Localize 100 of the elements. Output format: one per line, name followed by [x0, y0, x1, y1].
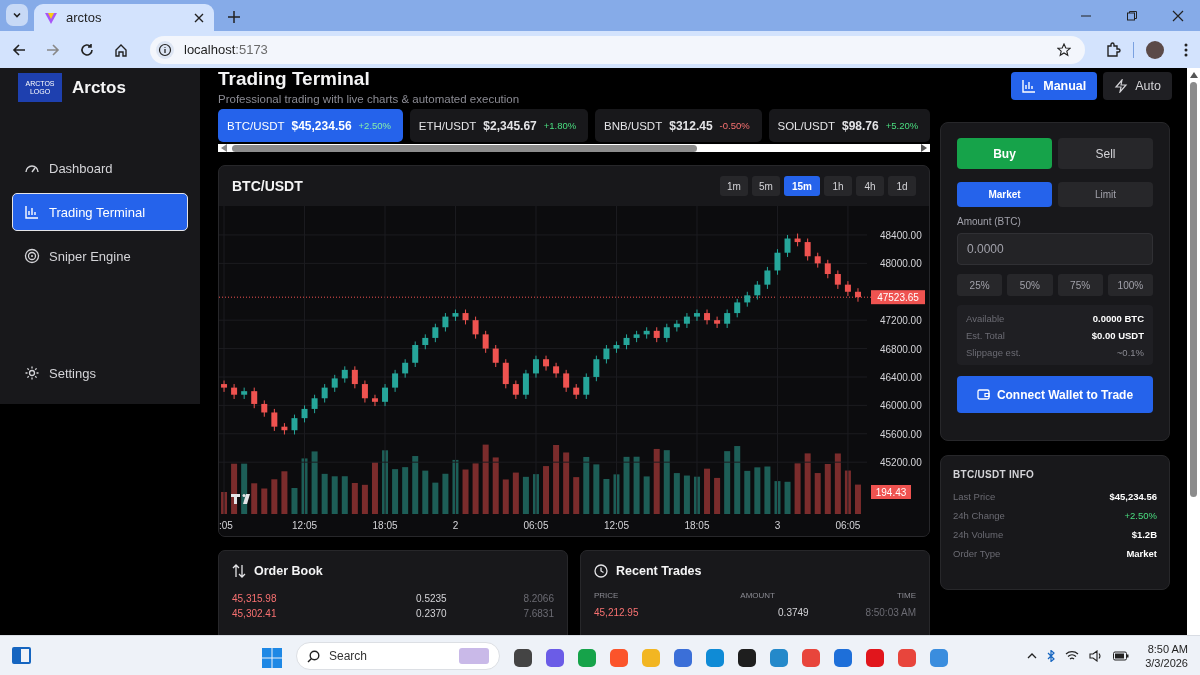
windows-start-icon[interactable] [262, 647, 282, 668]
ticker-tab[interactable]: BNB/USDT $312.45 -0.50% [595, 109, 762, 142]
percent-button[interactable]: 100% [1107, 274, 1153, 296]
speaker-icon[interactable] [1089, 649, 1104, 662]
price-axis-label: 45200.00 [880, 457, 922, 469]
amount-field[interactable]: 0.0000 [957, 233, 1153, 265]
candlestick [231, 383, 238, 400]
volume-tag: 194.43 [871, 485, 911, 499]
extensions-icon[interactable] [1105, 41, 1121, 58]
scroll-left-icon[interactable] [220, 144, 228, 152]
bluetooth-icon[interactable] [1047, 649, 1056, 662]
price-axis-label: 47200.00 [880, 315, 922, 327]
side-tab[interactable]: Sell [1058, 138, 1153, 169]
info-label: 24h Change [953, 510, 1005, 521]
horizontal-scrollbar[interactable] [218, 144, 930, 152]
trade-time: 8:50:03 AM [864, 607, 916, 618]
time-axis-label: :05 [219, 520, 233, 531]
candlestick [311, 394, 318, 414]
candlestick [271, 408, 278, 432]
clock-time: 8:50 AM [1147, 641, 1188, 656]
app-icon[interactable] [514, 648, 532, 667]
scroll-up-icon[interactable] [1189, 72, 1198, 78]
wallet-icon [976, 388, 990, 401]
more-menu-icon[interactable] [1184, 42, 1188, 57]
close-icon[interactable] [194, 12, 204, 23]
mode-button[interactable]: Auto [1103, 72, 1172, 100]
app-icon[interactable] [738, 648, 756, 667]
connect-wallet-button[interactable]: Connect Wallet to Trade [957, 376, 1153, 413]
clock-date: 3/3/2026 [1145, 655, 1188, 670]
address-field[interactable]: localhost:5173 [150, 35, 1085, 64]
time-axis-label: 06:05 [835, 520, 861, 531]
candlestick [361, 380, 368, 404]
price-axis-label: 46400.00 [880, 371, 922, 383]
candlestick [492, 344, 499, 368]
order-type-tab[interactable]: Limit [1058, 182, 1153, 207]
ticker-tab[interactable]: SOL/USDT $98.76 +5.20% [768, 109, 930, 142]
reload-icon[interactable] [80, 42, 94, 57]
percent-button[interactable]: 25% [957, 274, 1003, 296]
candlestick [472, 316, 479, 340]
tab-search-icon[interactable] [6, 4, 28, 26]
mode-button[interactable]: Manual [1011, 72, 1098, 100]
percent-button[interactable]: 75% [1057, 274, 1103, 296]
field-label: Amount (BTC) [957, 216, 1022, 227]
widgets-icon[interactable] [12, 647, 31, 664]
candlestick [583, 372, 590, 400]
candlestick [502, 358, 509, 389]
info-label: Last Price [953, 491, 996, 502]
card-title: BTC/USDT INFO [953, 467, 1036, 482]
back-icon[interactable] [12, 42, 26, 57]
info-value: Market [1126, 548, 1157, 559]
candlestick [412, 340, 419, 368]
home-icon[interactable] [114, 42, 128, 57]
browser-tab[interactable]: arctos [34, 4, 214, 31]
candlestick [693, 309, 700, 322]
candlestick [291, 414, 298, 435]
time-axis-label: 18:05 [372, 520, 398, 531]
profile-avatar[interactable] [1146, 40, 1164, 59]
candlestick [764, 266, 771, 290]
nav-item[interactable]: Sniper Engine [12, 237, 188, 275]
info-icon [156, 40, 174, 59]
candlestick [543, 355, 550, 372]
forward-icon[interactable] [46, 42, 60, 57]
candlestick [351, 365, 358, 389]
wifi-icon[interactable] [1065, 650, 1080, 661]
percent-button[interactable]: 50% [1007, 274, 1053, 296]
time-axis-label: 2 [452, 520, 459, 531]
nav-item[interactable]: Dashboard [12, 149, 188, 187]
ask-price: 45,315.98 [232, 593, 278, 604]
trade-price: 45,212.95 [594, 607, 640, 618]
bar-chart-icon [1022, 79, 1037, 93]
candlestick [482, 330, 489, 354]
scroll-right-icon[interactable] [920, 144, 928, 152]
target-icon [24, 248, 40, 264]
taskbar-search-field[interactable]: Search [296, 642, 500, 670]
order-type-tab[interactable]: Market [957, 182, 1052, 207]
interval-tab[interactable]: 5m [752, 176, 780, 196]
candlestick [834, 269, 841, 290]
interval-tab[interactable]: 15m [784, 176, 820, 196]
interval-tab[interactable]: 1m [720, 176, 748, 196]
ask-total: 7.6831 [522, 608, 554, 619]
interval-tab[interactable]: 1d [888, 176, 916, 196]
settings-link[interactable]: Settings [12, 354, 188, 392]
restore-icon[interactable] [1126, 10, 1138, 22]
time-axis-label: 18:05 [684, 520, 710, 531]
ticker-tab[interactable]: BTC/USDT $45,234.56 +2.50% [218, 109, 403, 142]
ticker-tab[interactable]: ETH/USDT $2,345.67 +1.80% [409, 109, 589, 142]
battery-icon[interactable] [1113, 650, 1130, 661]
price-axis-label: 48000.00 [880, 258, 922, 270]
vertical-scrollbar[interactable] [1187, 68, 1200, 635]
interval-tab[interactable]: 4h [856, 176, 884, 196]
candlestick [321, 383, 328, 404]
chart-title: BTC/USDT [232, 178, 303, 194]
candlestick [371, 394, 378, 407]
candlestick [532, 355, 539, 379]
interval-tab[interactable]: 1h [824, 176, 852, 196]
bookmark-star-icon[interactable] [1057, 42, 1071, 57]
summary-value: 0.0000 BTC [1092, 312, 1144, 324]
close-icon[interactable] [1172, 10, 1184, 22]
nav-item[interactable]: Trading Terminal [12, 193, 188, 231]
new-tab-icon[interactable] [228, 11, 240, 23]
